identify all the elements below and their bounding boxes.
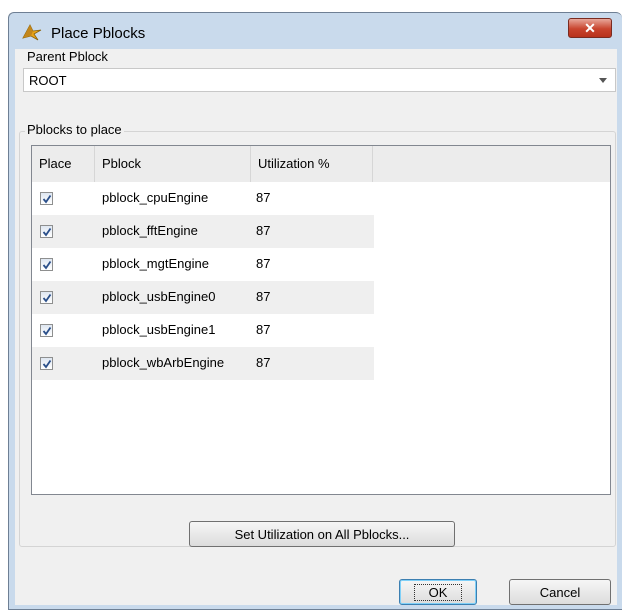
table-row[interactable]: pblock_mgtEngine 87 <box>32 248 374 281</box>
pblock-name: pblock_usbEngine1 <box>102 322 216 337</box>
pblock-name: pblock_fftEngine <box>102 223 198 238</box>
place-checkbox[interactable] <box>40 258 53 271</box>
set-utilization-all-label: Set Utilization on All Pblocks... <box>234 526 410 542</box>
table-row[interactable]: pblock_fftEngine 87 <box>32 215 374 248</box>
utilization-value[interactable]: 87 <box>256 355 270 370</box>
utilization-value[interactable]: 87 <box>256 289 270 304</box>
place-checkbox[interactable] <box>40 291 53 304</box>
place-checkbox[interactable] <box>40 225 53 238</box>
table-row[interactable]: pblock_cpuEngine 87 <box>32 182 374 215</box>
place-checkbox[interactable] <box>40 324 53 337</box>
pblocks-table: Place Pblock Utilization % pblock_cpuEng… <box>31 145 611 495</box>
pblocks-to-place-label: Pblocks to place <box>25 122 124 137</box>
pblock-name: pblock_mgtEngine <box>102 256 209 271</box>
cancel-label: Cancel <box>539 584 581 600</box>
utilization-value[interactable]: 87 <box>256 256 270 271</box>
utilization-value[interactable]: 87 <box>256 322 270 337</box>
column-header-utilization[interactable]: Utilization % <box>251 146 373 182</box>
place-pblocks-dialog: Place Pblocks ✕ Parent Pblock ROOT Pbloc… <box>8 12 622 610</box>
ok-button[interactable]: OK <box>399 579 477 605</box>
close-icon: ✕ <box>584 19 596 36</box>
place-checkbox[interactable] <box>40 192 53 205</box>
parent-pblock-label: Parent Pblock <box>27 49 108 64</box>
set-utilization-all-button[interactable]: Set Utilization on All Pblocks... <box>189 521 455 547</box>
pblock-name: pblock_usbEngine0 <box>102 289 216 304</box>
ok-label: OK <box>413 583 463 601</box>
close-button[interactable]: ✕ <box>568 18 612 38</box>
cancel-button[interactable]: Cancel <box>509 579 611 605</box>
table-row[interactable]: pblock_usbEngine0 87 <box>32 281 374 314</box>
window-title: Place Pblocks <box>51 25 146 42</box>
place-checkbox[interactable] <box>40 357 53 370</box>
chevron-down-icon <box>599 78 607 83</box>
table-header: Place Pblock Utilization % <box>32 146 610 182</box>
table-row[interactable]: pblock_wbArbEngine 87 <box>32 347 374 380</box>
vivado-logo-icon <box>22 24 42 41</box>
dialog-content: Parent Pblock ROOT Pblocks to place Plac… <box>15 49 617 605</box>
pblock-name: pblock_wbArbEngine <box>102 355 225 370</box>
pblock-name: pblock_cpuEngine <box>102 190 209 205</box>
parent-pblock-select[interactable]: ROOT <box>23 68 616 92</box>
table-row[interactable]: pblock_usbEngine1 87 <box>32 314 374 347</box>
parent-pblock-value: ROOT <box>29 73 67 88</box>
utilization-value[interactable]: 87 <box>256 190 270 205</box>
column-header-pblock[interactable]: Pblock <box>95 146 251 182</box>
utilization-value[interactable]: 87 <box>256 223 270 238</box>
column-header-place[interactable]: Place <box>32 146 95 182</box>
title-bar: Place Pblocks ✕ <box>9 13 622 49</box>
